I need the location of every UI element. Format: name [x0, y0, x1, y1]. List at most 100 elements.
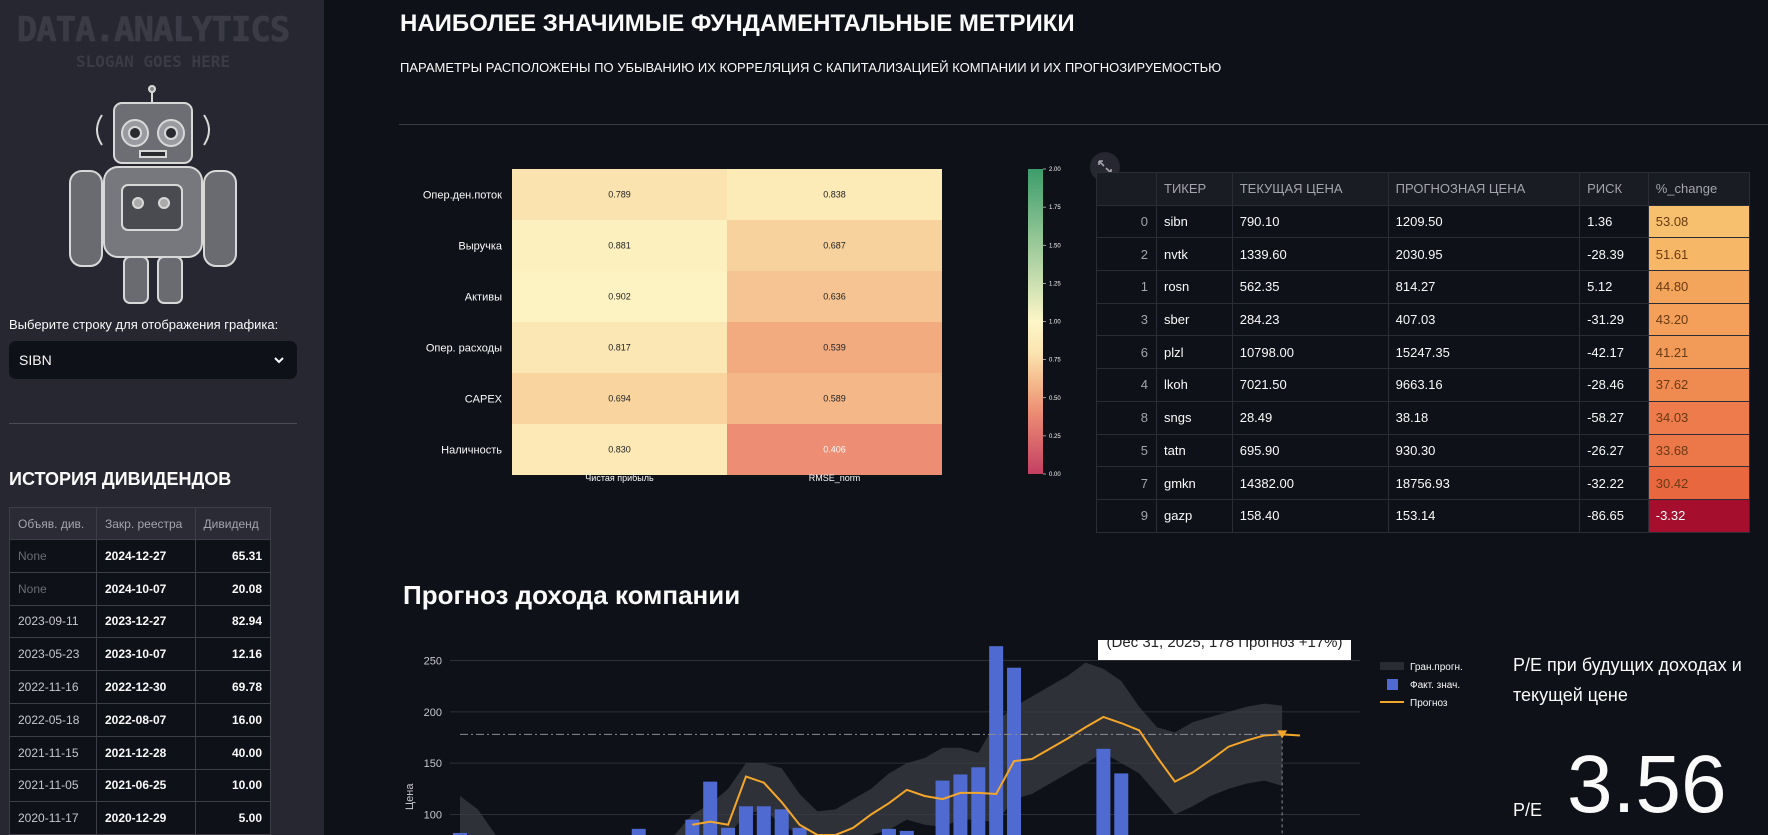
y-tick-label: 100: [424, 809, 442, 821]
ticker-header-5[interactable]: %_change: [1647, 172, 1751, 206]
table-cell: lkoh: [1156, 368, 1233, 402]
table-cell: 0: [1096, 204, 1157, 239]
table-cell: 1209.50: [1387, 204, 1581, 239]
bar: [685, 819, 700, 835]
table-row[interactable]: 6 plzl 10798.00 15247.35 -42.17 41.21: [1096, 335, 1751, 370]
heatmap-row-label: Выручка: [458, 241, 503, 253]
row-select-value: SIBN: [19, 352, 52, 368]
table-cell: 1: [1096, 270, 1157, 304]
heatmap-value: 0.817: [608, 343, 631, 353]
table-cell: 2020-12-29: [95, 801, 196, 835]
logo-slogan: SLOGAN GOES HERE: [75, 52, 231, 71]
table-row[interactable]: 4 lkoh 7021.50 9663.16 -28.46 37.62: [1096, 368, 1751, 402]
ticker-header-4[interactable]: РИСК: [1579, 172, 1649, 206]
table-row[interactable]: 8 sngs 28.49 38.18 -58.27 34.03: [1096, 400, 1751, 435]
y-tick-label: 200: [424, 707, 442, 719]
table-cell: nvtk: [1156, 237, 1233, 272]
table-row[interactable]: 9 gazp 158.40 153.14 -86.65 -3.32: [1096, 498, 1751, 533]
table-cell: 69.78: [194, 670, 272, 704]
table-cell: 2021-11-05: [9, 768, 97, 803]
table-cell: 2021-11-15: [9, 735, 97, 770]
table-row[interactable]: 1 rosn 562.35 814.27 5.12 44.80: [1096, 270, 1751, 304]
table-row: 2021-11-15 2021-12-28 40.00: [9, 735, 272, 770]
table-cell: -28.39: [1579, 237, 1649, 272]
colorbar-tick-label: 1.00: [1049, 320, 1061, 326]
table-cell: 1339.60: [1231, 237, 1389, 272]
bar: [703, 781, 718, 835]
heatmap-value: 0.789: [608, 190, 631, 200]
bar: [1007, 667, 1022, 835]
row-select[interactable]: SIBN: [9, 341, 297, 379]
heatmap-value: 0.830: [608, 445, 631, 455]
dividends-header-0: Объяв. див.: [9, 507, 97, 540]
table-cell: 562.35: [1231, 270, 1389, 304]
pe-small-label: P/E: [1513, 800, 1543, 820]
colorbar-tick-label: 0.25: [1049, 434, 1061, 440]
table-cell: 2022-05-18: [9, 702, 97, 737]
table-cell: 10798.00: [1231, 335, 1389, 370]
table-row: None 2024-10-07 20.08: [9, 571, 272, 606]
table-cell: 153.14: [1387, 498, 1581, 533]
table-cell: 53.08: [1647, 204, 1751, 239]
table-cell: 407.03: [1387, 302, 1581, 337]
table-cell: 2023-12-27: [95, 604, 196, 639]
table-cell: 2030.95: [1387, 237, 1581, 272]
table-cell: 82.94: [194, 604, 272, 639]
forecast-chart: 100 150 200 250 Цена (Dec 31, 2025, 178 Прогн…: [404, 640, 1463, 835]
y-tick-label: 250: [424, 656, 442, 668]
bar: [935, 780, 950, 835]
table-cell: 790.10: [1231, 204, 1389, 239]
table-cell: 14382.00: [1231, 466, 1389, 500]
table-cell: 41.21: [1647, 335, 1751, 370]
table-row: 2022-11-16 2022-12-30 69.78: [9, 670, 272, 704]
ticker-header-2[interactable]: ТЕКУЩАЯ ЦЕНА: [1231, 172, 1389, 206]
y-tick-label: 150: [424, 758, 442, 770]
forecast-band: [460, 662, 1283, 835]
table-row: None 2024-12-27 65.31: [9, 539, 272, 573]
ticker-header-0[interactable]: [1096, 172, 1157, 206]
y-axis-label: Цена: [404, 783, 416, 810]
ticker-header-1[interactable]: ТИКЕР: [1156, 172, 1233, 206]
dividends-header-2: Дивиденд: [194, 507, 272, 540]
table-cell: -58.27: [1579, 400, 1649, 435]
table-cell: 2: [1096, 237, 1157, 272]
table-cell: 5: [1096, 433, 1157, 468]
heatmap-value: 0.406: [823, 445, 846, 455]
dividends-title: ИСТОРИЯ ДИВИДЕНДОВ: [9, 469, 232, 489]
dividends-table: Объяв. див. Закр. реестра Дивиденд None 202…: [9, 507, 272, 835]
table-cell: None: [9, 571, 97, 606]
table-cell: -3.32: [1647, 498, 1751, 533]
table-cell: 284.23: [1231, 302, 1389, 337]
pe-value: 3.56: [1567, 739, 1727, 830]
table-row[interactable]: 0 sibn 790.10 1209.50 1.36 53.08: [1096, 204, 1751, 239]
table-cell: 2022-12-30: [95, 670, 196, 704]
table-cell: 15247.35: [1387, 335, 1581, 370]
table-cell: 695.90: [1231, 433, 1389, 468]
ticker-header-3[interactable]: ПРОГНОЗНАЯ ЦЕНА: [1387, 172, 1581, 206]
dividends-header-1: Закр. реестра: [95, 507, 196, 540]
heatmap-value: 0.539: [823, 343, 846, 353]
robot-illustration: [69, 85, 237, 304]
heatmap-row-label: CAPEX: [465, 394, 503, 406]
table-cell: 5.00: [194, 801, 272, 835]
table-cell: 2020-11-17: [9, 801, 97, 835]
table-cell: 3: [1096, 302, 1157, 337]
heatmap-value: 0.694: [608, 394, 631, 404]
table-cell: 5.12: [1579, 270, 1649, 304]
heatmap-value: 0.589: [823, 394, 846, 404]
table-cell: 7021.50: [1231, 368, 1389, 402]
heatmap-row-label: Наличность: [441, 445, 502, 457]
sidebar-divider: [9, 423, 297, 424]
table-row[interactable]: 2 nvtk 1339.60 2030.95 -28.39 51.61: [1096, 237, 1751, 272]
table-row[interactable]: 7 gmkn 14382.00 18756.93 -32.22 30.42: [1096, 466, 1751, 500]
table-cell: rosn: [1156, 270, 1233, 304]
table-row: 2021-11-05 2021-06-25 10.00: [9, 768, 272, 803]
legend-label: Прогноз: [1410, 698, 1448, 709]
bar: [953, 774, 968, 835]
table-row: 2023-09-11 2023-12-27 82.94: [9, 604, 272, 639]
table-cell: None: [9, 539, 97, 573]
table-cell: 30.42: [1647, 466, 1751, 500]
heatmap-row-label: Опер.ден.поток: [423, 190, 502, 202]
table-row[interactable]: 5 tatn 695.90 930.30 -26.27 33.68: [1096, 433, 1751, 468]
table-row[interactable]: 3 sber 284.23 407.03 -31.29 43.20: [1096, 302, 1751, 337]
